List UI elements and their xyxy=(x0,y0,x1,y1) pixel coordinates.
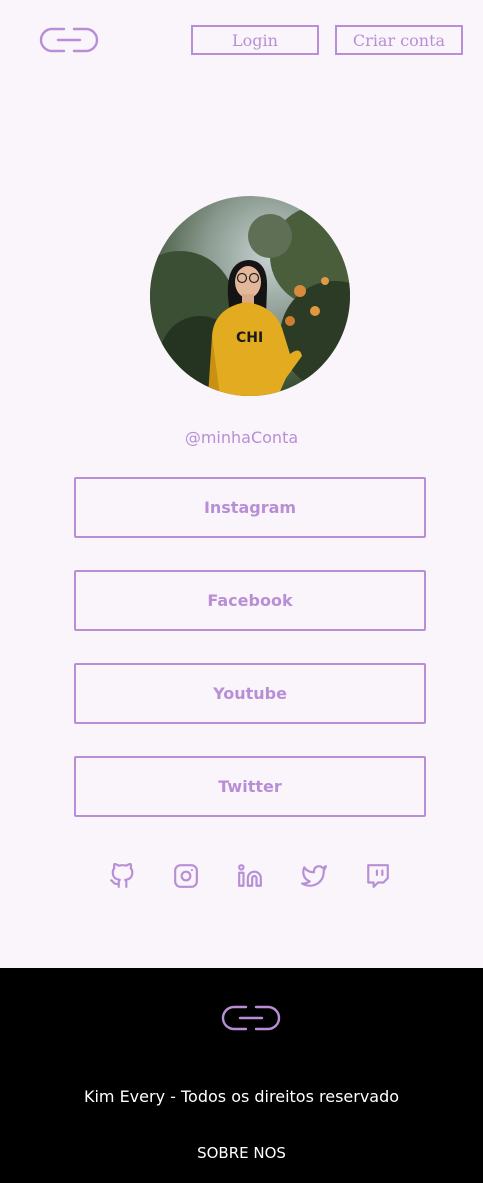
facebook-link-button[interactable]: Facebook xyxy=(74,570,426,631)
footer: Kim Every - Todos os direitos reservado … xyxy=(0,968,483,1183)
about-us-link[interactable]: SOBRE NOS xyxy=(0,1144,483,1162)
avatar: CHI xyxy=(150,196,350,396)
social-icons xyxy=(0,862,483,892)
footer-copyright: Kim Every - Todos os direitos reservado xyxy=(83,1087,400,1106)
create-account-button[interactable]: Criar conta xyxy=(335,25,463,55)
footer-logo-link-icon xyxy=(220,1004,282,1032)
twitch-icon[interactable] xyxy=(365,862,391,890)
instagram-link-button[interactable]: Instagram xyxy=(74,477,426,538)
youtube-link-button[interactable]: Youtube xyxy=(74,663,426,724)
svg-text:CHI: CHI xyxy=(236,330,263,346)
logo-link-icon[interactable] xyxy=(38,26,100,54)
instagram-icon[interactable] xyxy=(173,862,199,890)
twitter-link-button[interactable]: Twitter xyxy=(74,756,426,817)
profile-handle: @minhaConta xyxy=(184,428,299,447)
page: Login Criar conta CHI @minhaConta Instag… xyxy=(0,0,483,1183)
github-icon[interactable] xyxy=(109,862,135,890)
header: Login Criar conta xyxy=(0,0,483,80)
linkedin-icon[interactable] xyxy=(237,862,263,890)
login-button[interactable]: Login xyxy=(191,25,319,55)
twitter-icon[interactable] xyxy=(301,862,327,890)
